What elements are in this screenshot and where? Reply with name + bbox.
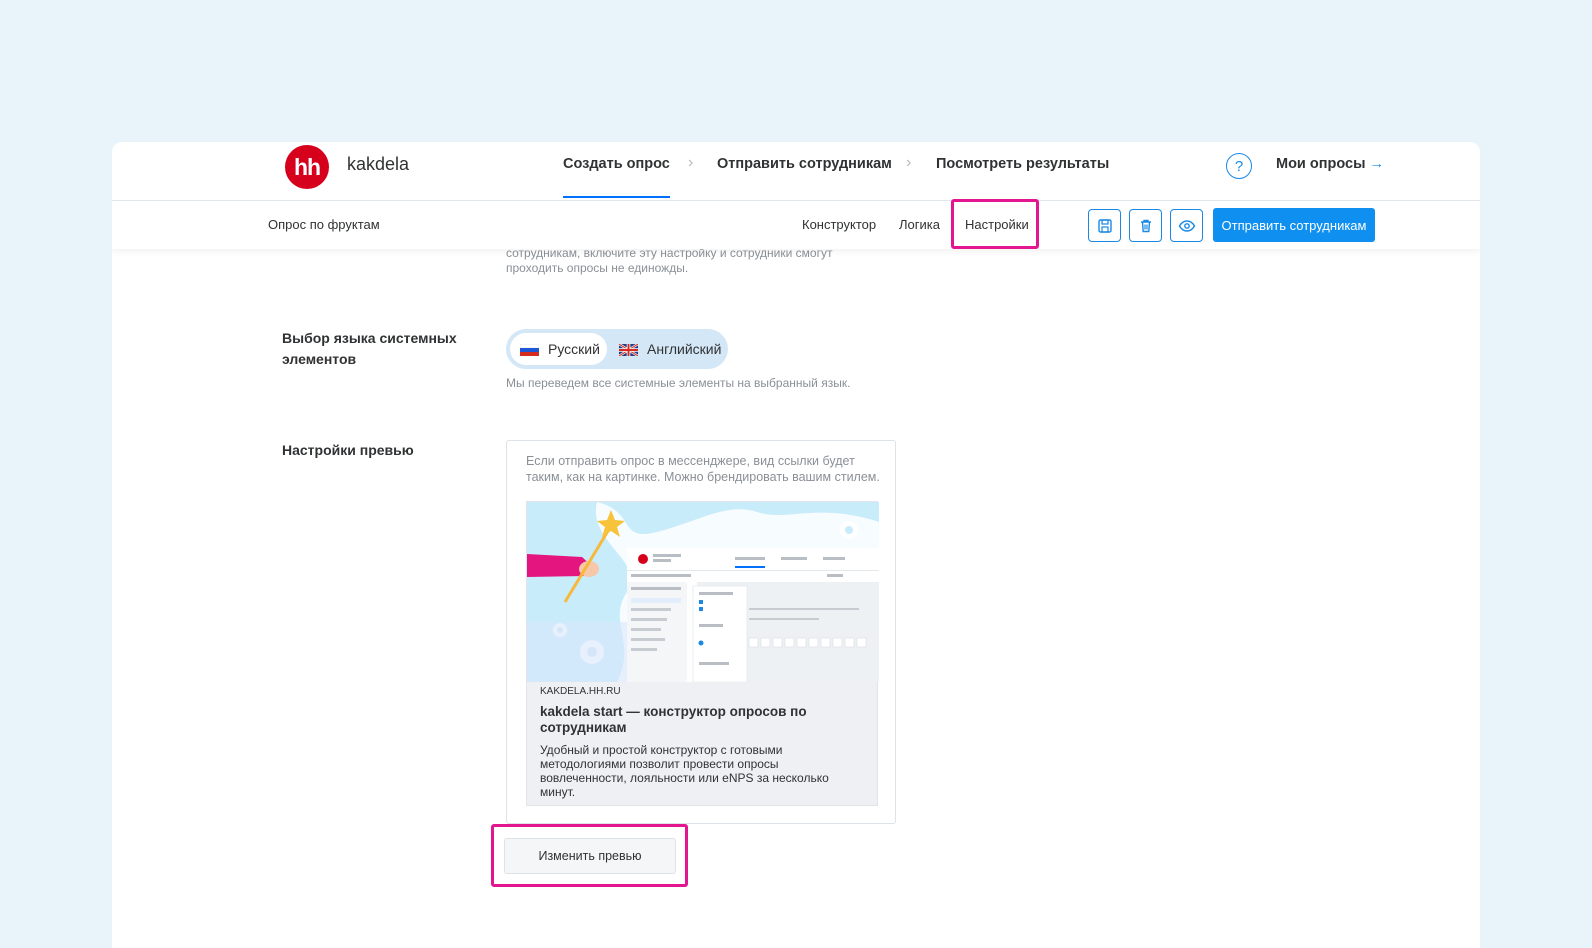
preview-button[interactable] [1170, 209, 1203, 242]
help-icon[interactable]: ? [1226, 153, 1252, 179]
preview-description: Если отправить опрос в мессенджере, вид … [526, 454, 880, 484]
change-preview-highlight [491, 824, 688, 887]
hh-logo[interactable]: hh [285, 145, 329, 189]
brand-name: kakdela [347, 154, 410, 174]
language-option-label: Английский [647, 341, 722, 357]
language-setting-label: Выбор языка системных элементов [282, 330, 457, 367]
russian-flag-icon [519, 343, 540, 356]
language-hint: Мы переведем все системные элементы на в… [506, 376, 851, 390]
settings-tab-highlight [951, 199, 1039, 249]
survey-name: Опрос по фруктам [268, 217, 380, 232]
eye-icon [1178, 219, 1195, 232]
language-option-russian[interactable]: Русский [510, 333, 607, 365]
my-surveys-label: Мои опросы [1276, 156, 1366, 172]
save-button[interactable] [1088, 209, 1121, 242]
app-window: hh kakdela Создать опрос › Отправить сот… [112, 142, 1480, 948]
save-icon [1097, 218, 1112, 233]
tab-constructor[interactable]: Конструктор [802, 217, 876, 232]
language-option-english[interactable]: Английский [609, 333, 731, 365]
top-header: hh kakdela Создать опрос › Отправить сот… [112, 142, 1480, 201]
preview-setting-label: Настройки превью [282, 442, 414, 458]
language-switch: Русский Английский [506, 329, 728, 369]
uk-flag-icon [618, 342, 639, 358]
tab-logic[interactable]: Логика [899, 217, 940, 232]
preview-image [527, 502, 879, 682]
delete-button[interactable] [1129, 209, 1162, 242]
preview-title: kakdela start — конструктор опросов по с… [540, 704, 807, 735]
chevron-right-icon: › [906, 154, 912, 171]
step-view-results[interactable]: Посмотреть результаты [936, 156, 1109, 172]
step-send-to-employees[interactable]: Отправить сотрудникам [717, 156, 892, 172]
survey-toolbar: Опрос по фруктам Конструктор Логика Наст… [112, 199, 1480, 249]
link-preview-panel: Если отправить опрос в мессенджере, вид … [506, 440, 896, 824]
link-preview-card: KAKDELA.HH.RU kakdela start — конструкто… [526, 501, 879, 806]
my-surveys-link[interactable]: Мои опросы → [1276, 156, 1384, 172]
trash-icon [1140, 219, 1151, 232]
send-to-employees-button[interactable]: Отправить сотрудникам [1213, 208, 1375, 242]
preview-text: Удобный и простой конструктор с готовыми… [540, 743, 829, 799]
previous-setting-description: сотрудникам, включите эту настройку и со… [506, 246, 833, 275]
step-create-survey[interactable]: Создать опрос [563, 156, 670, 198]
preview-domain: KAKDELA.HH.RU [540, 686, 621, 697]
language-option-label: Русский [548, 341, 600, 357]
chevron-right-icon: › [688, 154, 694, 171]
arrow-right-icon: → [1369, 156, 1384, 172]
